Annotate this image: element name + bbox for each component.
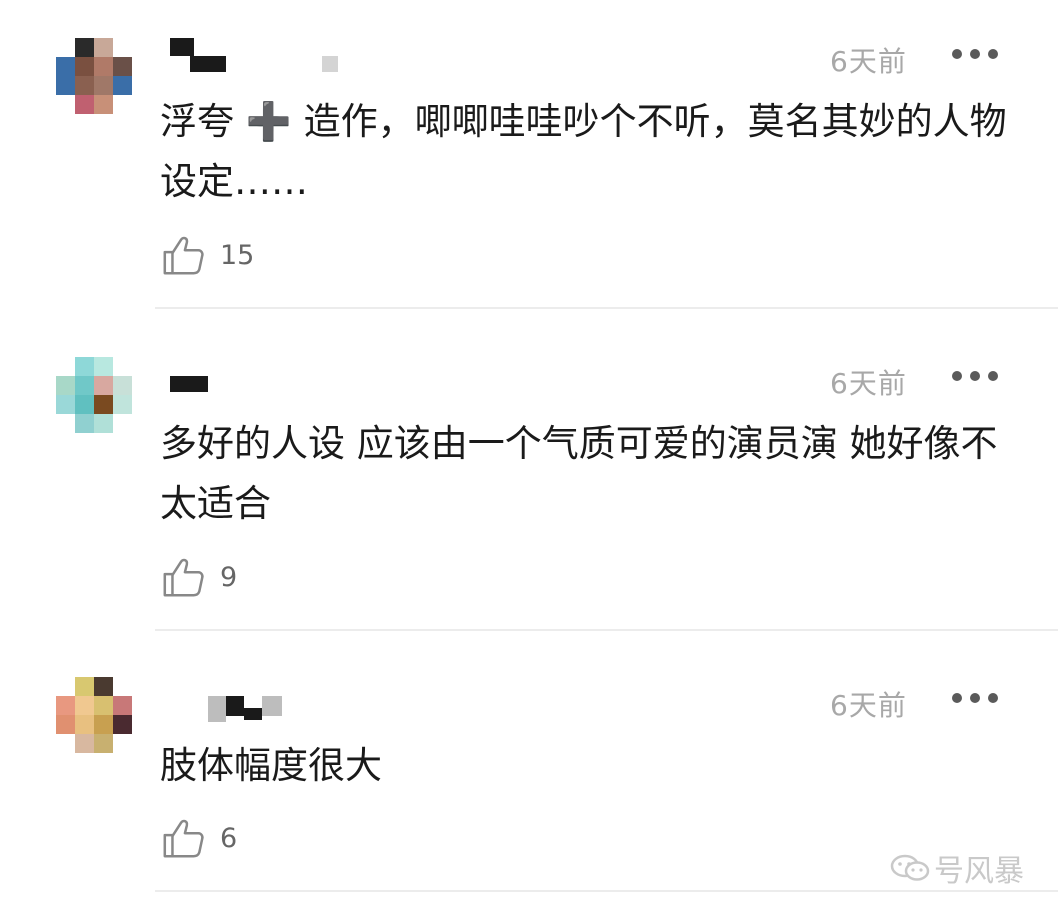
divider	[155, 890, 1058, 892]
comment-time: 6天前	[830, 367, 907, 400]
wechat-icon	[890, 854, 930, 881]
watermark-text: 号风暴	[934, 854, 1024, 889]
avatar[interactable]	[56, 677, 132, 753]
divider	[155, 307, 1058, 309]
comment-time: 6天前	[830, 45, 907, 78]
username-pixelated[interactable]	[160, 690, 340, 724]
like-button[interactable]: 9	[160, 552, 237, 602]
thumbs-up-icon	[163, 558, 204, 597]
comment-text: 肢体幅度很大	[160, 744, 382, 787]
avatar[interactable]	[56, 357, 132, 433]
watermark: 号风暴	[890, 846, 1024, 890]
username-pixelated[interactable]	[160, 38, 340, 72]
comment-time: 6天前	[830, 689, 907, 722]
comment-text: 浮夸 ➕ 造作，唧唧哇哇吵个不听，莫名其妙的人物设定……	[160, 100, 1007, 203]
divider	[155, 629, 1058, 631]
like-button[interactable]: 6	[160, 813, 237, 863]
thumbs-up-icon	[163, 819, 204, 858]
more-dots-icon[interactable]	[952, 369, 998, 383]
like-count: 9	[220, 561, 238, 593]
like-count: 15	[220, 239, 255, 271]
more-dots-icon[interactable]	[952, 47, 998, 61]
avatar[interactable]	[56, 38, 132, 114]
more-dots-icon[interactable]	[952, 691, 998, 705]
username-pixelated[interactable]	[160, 360, 340, 394]
thumbs-up-icon	[163, 236, 204, 275]
like-button[interactable]: 15	[160, 230, 254, 280]
like-count: 6	[220, 822, 238, 854]
comment-text: 多好的人设 应该由一个气质可爱的演员演 她好像不太适合	[160, 422, 998, 525]
